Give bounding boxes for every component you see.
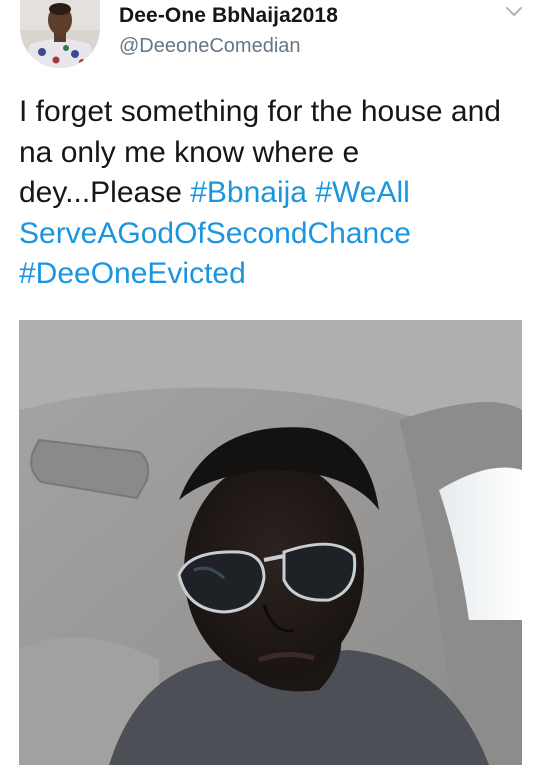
hashtag-line-2: ServeAGodOfSecondChance	[19, 216, 411, 250]
tweet-text: I forget something for the house and na …	[19, 92, 524, 295]
hashtag-deeoneevicted[interactable]: #DeeOneEvicted	[19, 257, 246, 290]
avatar[interactable]	[20, 0, 100, 68]
hashtag-bbnaija[interactable]: #Bbnaija	[190, 176, 307, 209]
chevron-down-icon[interactable]	[505, 6, 523, 18]
display-name[interactable]: Dee-One BbNaija2018	[119, 4, 338, 28]
username[interactable]: @DeeoneComedian	[119, 35, 301, 58]
video-still	[19, 320, 522, 765]
media-image[interactable]	[19, 320, 522, 765]
avatar-image	[20, 0, 100, 68]
hashtag-line-1: #WeAll	[315, 176, 410, 209]
tweet: Dee-One BbNaija2018 @DeeoneComedian I fo…	[0, 0, 540, 768]
